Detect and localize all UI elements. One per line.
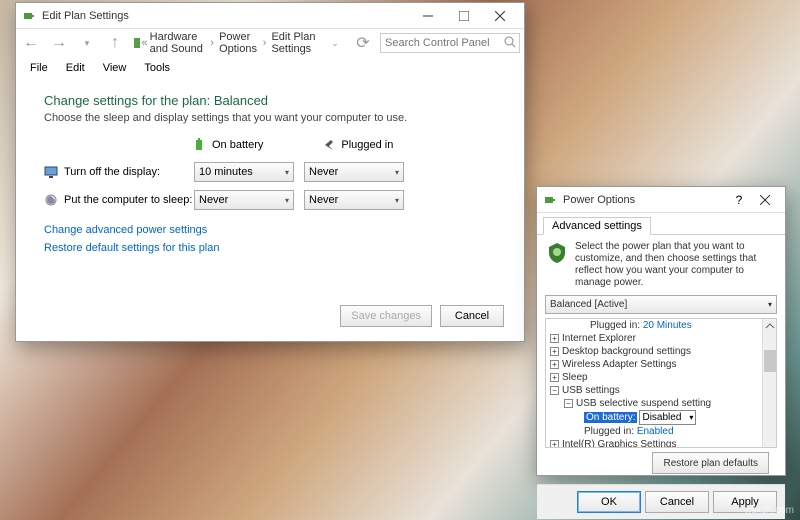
cancel-button[interactable]: Cancel bbox=[440, 305, 504, 327]
cancel-button[interactable]: Cancel bbox=[645, 491, 709, 513]
search-input[interactable] bbox=[380, 33, 520, 53]
tree-pluggedin-value[interactable]: Enabled bbox=[637, 426, 674, 437]
window-title: Edit Plan Settings bbox=[42, 10, 410, 22]
restore-defaults-button[interactable]: Restore plan defaults bbox=[652, 452, 769, 474]
display-plugged-select[interactable]: Never▾ bbox=[304, 162, 404, 182]
forward-button[interactable]: → bbox=[48, 32, 70, 54]
power-options-window: Power Options ? Advanced settings Select… bbox=[536, 186, 786, 476]
control-panel-icon bbox=[132, 36, 140, 50]
page-heading: Change settings for the plan: Balanced bbox=[44, 93, 496, 108]
battery-icon bbox=[194, 138, 208, 152]
titlebar[interactable]: Edit Plan Settings bbox=[16, 3, 524, 29]
refresh-button[interactable]: ⟳ bbox=[352, 32, 374, 54]
display-battery-select[interactable]: 10 minutes▾ bbox=[194, 162, 294, 182]
scrollbar[interactable] bbox=[762, 319, 776, 447]
minimize-button[interactable] bbox=[410, 3, 446, 29]
menu-file[interactable]: File bbox=[22, 59, 56, 77]
expand-icon[interactable]: + bbox=[550, 360, 559, 369]
row-display-label: Turn off the display: bbox=[64, 166, 160, 178]
col-on-battery: On battery bbox=[194, 138, 263, 152]
watermark: wsxdn.com bbox=[744, 505, 794, 516]
back-button[interactable]: ← bbox=[20, 32, 42, 54]
tree-usb-suspend[interactable]: USB selective suspend setting bbox=[576, 398, 711, 409]
tree-ie[interactable]: Internet Explorer bbox=[562, 333, 636, 344]
tree-onbattery-label[interactable]: On battery: bbox=[584, 412, 637, 423]
col-plugged-in: Plugged in bbox=[323, 138, 393, 152]
tree-plugged-value[interactable]: 20 Minutes bbox=[643, 320, 692, 331]
row-sleep-label: Put the computer to sleep: bbox=[64, 194, 192, 206]
sleep-icon bbox=[44, 193, 58, 207]
link-advanced[interactable]: Change advanced power settings bbox=[44, 224, 496, 236]
scroll-thumb[interactable] bbox=[764, 350, 776, 372]
save-button: Save changes bbox=[340, 305, 432, 327]
recent-button[interactable]: ▾ bbox=[76, 32, 98, 54]
window-title: Power Options bbox=[563, 194, 727, 206]
power-icon bbox=[543, 193, 557, 207]
menubar: File Edit View Tools bbox=[16, 57, 524, 79]
sleep-battery-select[interactable]: Never▾ bbox=[194, 190, 294, 210]
menu-tools[interactable]: Tools bbox=[136, 59, 178, 77]
plug-icon bbox=[323, 138, 337, 152]
search-icon bbox=[504, 36, 516, 48]
expand-icon[interactable]: + bbox=[550, 373, 559, 382]
ok-button[interactable]: OK bbox=[577, 491, 641, 513]
onbattery-dropdown[interactable]: Disabled▾ bbox=[639, 410, 696, 425]
page-subtext: Choose the sleep and display settings th… bbox=[44, 112, 496, 124]
dropdown-button[interactable]: ⌄ bbox=[324, 32, 346, 54]
expand-icon[interactable]: + bbox=[550, 440, 559, 448]
collapse-icon[interactable]: − bbox=[564, 399, 573, 408]
plan-select[interactable]: Balanced [Active]▾ bbox=[545, 295, 777, 314]
tree-wifi[interactable]: Wireless Adapter Settings bbox=[562, 359, 677, 370]
settings-tree[interactable]: Plugged in: 20 Minutes +Internet Explore… bbox=[545, 318, 777, 448]
collapse-icon[interactable]: − bbox=[550, 386, 559, 395]
tree-sleep[interactable]: Sleep bbox=[562, 372, 588, 383]
tree-intel[interactable]: Intel(R) Graphics Settings bbox=[562, 439, 677, 448]
tab-advanced[interactable]: Advanced settings bbox=[543, 217, 651, 235]
power-plan-icon bbox=[545, 241, 569, 265]
expand-icon[interactable]: + bbox=[550, 334, 559, 343]
maximize-button[interactable] bbox=[446, 3, 482, 29]
battery-icon bbox=[22, 9, 36, 23]
description: Select the power plan that you want to c… bbox=[575, 241, 777, 289]
close-button[interactable] bbox=[751, 187, 779, 213]
display-icon bbox=[44, 165, 58, 179]
link-restore[interactable]: Restore default settings for this plan bbox=[44, 242, 496, 254]
tree-usb[interactable]: USB settings bbox=[562, 385, 620, 396]
expand-icon[interactable]: + bbox=[550, 347, 559, 356]
menu-edit[interactable]: Edit bbox=[58, 59, 93, 77]
tree-desktop[interactable]: Desktop background settings bbox=[562, 346, 691, 357]
sleep-plugged-select[interactable]: Never▾ bbox=[304, 190, 404, 210]
breadcrumb[interactable]: « Hardware and Sound› Power Options› Edi… bbox=[132, 31, 318, 55]
scroll-up-icon[interactable] bbox=[763, 319, 777, 333]
nav-toolbar: ← → ▾ ↑ « Hardware and Sound› Power Opti… bbox=[16, 29, 524, 57]
content-pane: Change settings for the plan: Balanced C… bbox=[16, 79, 524, 268]
tabstrip: Advanced settings bbox=[537, 213, 785, 235]
up-button[interactable]: ↑ bbox=[104, 32, 126, 54]
help-button[interactable]: ? bbox=[727, 193, 751, 207]
close-button[interactable] bbox=[482, 3, 518, 29]
menu-view[interactable]: View bbox=[95, 59, 135, 77]
titlebar[interactable]: Power Options ? bbox=[537, 187, 785, 213]
edit-plan-settings-window: Edit Plan Settings ← → ▾ ↑ « Hardware an… bbox=[15, 2, 525, 342]
